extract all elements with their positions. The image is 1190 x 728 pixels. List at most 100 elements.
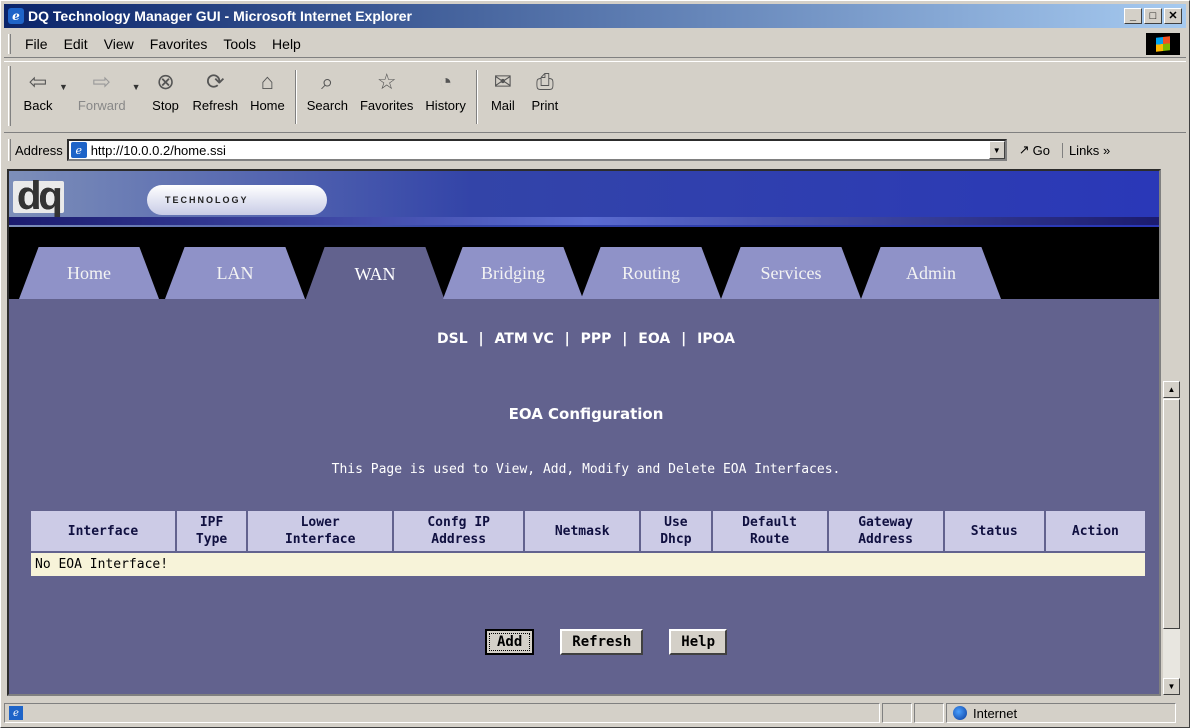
tab-bridging[interactable]: Bridging [443, 247, 583, 299]
subnav-eoa[interactable]: EOA [634, 331, 674, 347]
menu-view[interactable]: View [96, 36, 142, 52]
search-icon: ⌕ [321, 69, 334, 94]
refresh-icon: ⟳ [206, 69, 225, 94]
links-button[interactable]: Links » [1061, 142, 1110, 158]
header-line: Interface [67, 523, 139, 539]
vertical-scrollbar[interactable]: ▲ ▼ [1163, 381, 1180, 695]
col-gateway-address: Gateway Address [826, 509, 945, 553]
stop-label: Stop [152, 98, 179, 113]
refresh-toolbar-button[interactable]: ⟳ Refresh [187, 62, 245, 113]
stop-button[interactable]: ⊗ Stop [145, 62, 187, 113]
back-button[interactable]: ⇦ Back [17, 62, 59, 113]
scroll-down-icon[interactable]: ▼ [1163, 678, 1180, 695]
subnav-atm-vc[interactable]: ATM VC [491, 331, 558, 347]
stop-icon: ⊗ [156, 69, 175, 94]
refresh-button[interactable]: Refresh [560, 629, 644, 655]
menu-tools[interactable]: Tools [215, 36, 264, 52]
col-status: Status [942, 509, 1046, 553]
ie-icon: e [8, 8, 24, 24]
menu-file[interactable]: File [17, 36, 56, 52]
menu-grip[interactable] [8, 33, 11, 54]
print-icon: ⎙ [536, 69, 554, 94]
mail-label: Mail [490, 98, 515, 113]
toolbar-grip[interactable] [8, 66, 11, 126]
close-button[interactable]: ✕ [1164, 8, 1182, 24]
address-url[interactable]: http://10.0.0.2/home.ssi [91, 143, 226, 158]
go-button[interactable]: ↗ Go [1019, 142, 1050, 158]
tab-admin[interactable]: Admin [861, 247, 1001, 299]
mail-button[interactable]: ✉ Mail [482, 62, 524, 113]
col-lower-interface: Lower Interface [246, 509, 395, 553]
tab-wan[interactable]: WAN [305, 247, 445, 301]
tab-home[interactable]: Home [19, 247, 159, 299]
tab-lan[interactable]: LAN [165, 247, 305, 299]
banner: dq TECHNOLOGY [9, 171, 1159, 227]
back-dropdown-icon[interactable]: ▼ [59, 82, 68, 92]
col-interface: Interface [29, 509, 177, 553]
history-label: History [425, 98, 466, 113]
menu-edit[interactable]: Edit [56, 36, 96, 52]
col-confg-ip-address: Confg IP Address [392, 509, 526, 553]
banner-stripe [9, 217, 1159, 225]
col-use-dhcp: Use Dhcp [639, 509, 713, 553]
subnav-separator: | [564, 331, 570, 347]
header-line: Dhcp [660, 532, 692, 547]
back-arrow-icon: ⇦ [28, 69, 48, 94]
forward-arrow-icon: ⇨ [92, 69, 111, 94]
subnav-dsl[interactable]: DSL [433, 331, 472, 347]
address-dropdown-icon[interactable]: ▼ [988, 141, 1005, 159]
status-bar: e Internet [4, 701, 1186, 725]
add-button[interactable]: Add [484, 629, 535, 655]
menu-bar: File Edit View Favorites Tools Help [4, 30, 1186, 58]
standard-toolbar: ⇦ Back ▼ ⇨ Forward ▼ ⊗ Stop ⟳ Refresh ⌂ … [4, 61, 1186, 133]
subnav-ppp[interactable]: PPP [577, 331, 616, 347]
history-icon: ◔ [438, 69, 453, 94]
header-line: Use [664, 515, 688, 530]
tab-services[interactable]: Services [721, 247, 861, 299]
favorites-button[interactable]: ☆ Favorites [354, 62, 419, 113]
security-zone-pane: Internet [946, 703, 1176, 723]
header-line: Confg IP [427, 515, 490, 530]
page-title: EOA Configuration [508, 405, 664, 423]
subnav-ipoa[interactable]: IPOA [693, 331, 739, 347]
print-label: Print [531, 98, 559, 113]
subnav-separator: | [681, 331, 687, 347]
search-label: Search [306, 98, 348, 113]
col-action: Action [1043, 509, 1148, 553]
header-line: Default [742, 515, 797, 530]
history-button[interactable]: ◔ History [419, 62, 471, 113]
search-button[interactable]: ⌕ Search [301, 62, 354, 113]
status-pane [882, 703, 912, 723]
maximize-button[interactable]: □ [1144, 8, 1162, 24]
tab-routing[interactable]: Routing [581, 247, 721, 299]
col-ipf-type: IPF Type [174, 509, 249, 553]
help-button[interactable]: Help [669, 629, 728, 655]
subnav-separator: | [622, 331, 628, 347]
address-bar: Address e http://10.0.0.2/home.ssi ▼ ↗ G… [4, 135, 1186, 165]
print-button[interactable]: ⎙ Print [524, 62, 566, 113]
forward-dropdown-icon[interactable]: ▼ [132, 82, 141, 92]
header-line: Route [749, 532, 790, 547]
forward-button[interactable]: ⇨ Forward [72, 62, 132, 113]
header-line: Netmask [554, 523, 610, 539]
header-line: Lower [300, 515, 340, 530]
address-grip[interactable] [8, 139, 11, 161]
scroll-thumb[interactable] [1163, 399, 1180, 629]
menu-favorites[interactable]: Favorites [142, 36, 216, 52]
links-label: Links [1068, 142, 1100, 158]
address-label: Address [15, 142, 63, 158]
scroll-up-icon[interactable]: ▲ [1163, 381, 1180, 398]
header-line: Address [431, 532, 487, 547]
eoa-interfaces-table: Interface IPF Type Lower Interface Confg I… [29, 509, 1148, 578]
refresh-label: Refresh [192, 98, 239, 113]
empty-table-message: No EOA Interface! [29, 551, 1147, 578]
page-description: This Page is used to View, Add, Modify a… [331, 462, 841, 477]
menu-help[interactable]: Help [264, 36, 309, 52]
minimize-button[interactable]: _ [1124, 8, 1142, 24]
col-default-route: Default Route [710, 509, 829, 553]
address-input[interactable]: e http://10.0.0.2/home.ssi ▼ [66, 139, 1007, 161]
home-button[interactable]: ⌂ Home [244, 62, 291, 113]
header-line: Gateway [858, 515, 914, 530]
forward-label: Forward [77, 98, 126, 113]
wan-subnav: DSL | ATM VC | PPP | EOA | IPOA [9, 331, 1159, 347]
